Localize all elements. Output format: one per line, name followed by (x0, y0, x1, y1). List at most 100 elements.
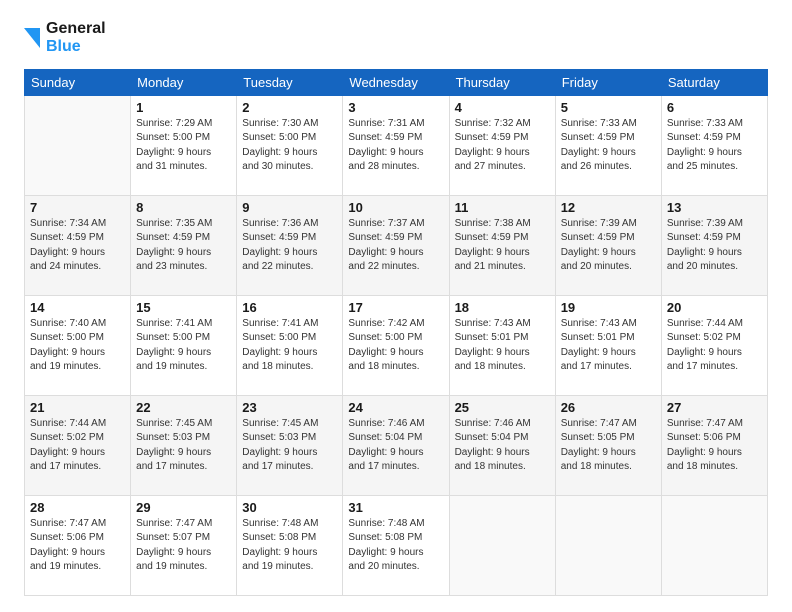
weekday-header: Friday (555, 69, 661, 95)
weekday-header: Sunday (25, 69, 131, 95)
day-number: 3 (348, 100, 443, 115)
day-info: Sunrise: 7:33 AM Sunset: 4:59 PM Dayligh… (667, 117, 762, 175)
day-info: Sunrise: 7:45 AM Sunset: 5:03 PM Dayligh… (242, 417, 337, 475)
calendar-week-row: 21 Sunrise: 7:44 AM Sunset: 5:02 PM Dayli… (25, 395, 768, 495)
day-info: Sunrise: 7:48 AM Sunset: 5:08 PM Dayligh… (348, 517, 443, 575)
calendar-cell (25, 95, 131, 195)
day-number: 6 (667, 100, 762, 115)
logo-general-text: General (46, 20, 106, 38)
calendar-cell: 12Sunrise: 7:39 AM Sunset: 4:59 PM Dayli… (555, 195, 661, 295)
calendar-cell: 3 Sunrise: 7:31 AM Sunset: 4:59 PM Daylig… (343, 95, 449, 195)
day-info: Sunrise: 7:36 AM Sunset: 4:59 PM Dayligh… (242, 217, 337, 275)
day-number: 9 (242, 200, 337, 215)
calendar-table: SundayMondayTuesdayWednesdayThursdayFrid… (24, 69, 768, 596)
day-info: Sunrise: 7:34 AM Sunset: 4:59 PM Dayligh… (30, 217, 125, 275)
calendar-cell: 16Sunrise: 7:41 AM Sunset: 5:00 PM Dayli… (237, 295, 343, 395)
day-number: 14 (30, 300, 125, 315)
header: GeneralBlue (24, 20, 768, 57)
calendar-cell: 9 Sunrise: 7:36 AM Sunset: 4:59 PM Daylig… (237, 195, 343, 295)
day-info: Sunrise: 7:31 AM Sunset: 4:59 PM Dayligh… (348, 117, 443, 175)
day-number: 25 (455, 400, 550, 415)
day-info: Sunrise: 7:47 AM Sunset: 5:06 PM Dayligh… (30, 517, 125, 575)
day-info: Sunrise: 7:37 AM Sunset: 4:59 PM Dayligh… (348, 217, 443, 275)
day-info: Sunrise: 7:46 AM Sunset: 5:04 PM Dayligh… (348, 417, 443, 475)
day-info: Sunrise: 7:40 AM Sunset: 5:00 PM Dayligh… (30, 317, 125, 375)
day-info: Sunrise: 7:32 AM Sunset: 4:59 PM Dayligh… (455, 117, 550, 175)
calendar-cell: 2Sunrise: 7:30 AM Sunset: 5:00 PM Daylig… (237, 95, 343, 195)
calendar-week-row: 14 Sunrise: 7:40 AM Sunset: 5:00 PM Dayli… (25, 295, 768, 395)
day-number: 5 (561, 100, 656, 115)
day-number: 10 (348, 200, 443, 215)
calendar-cell: 7 Sunrise: 7:34 AM Sunset: 4:59 PM Daylig… (25, 195, 131, 295)
calendar-cell: 15 Sunrise: 7:41 AM Sunset: 5:00 PM Dayli… (131, 295, 237, 395)
day-number: 19 (561, 300, 656, 315)
calendar-cell: 17 Sunrise: 7:42 AM Sunset: 5:00 PM Dayli… (343, 295, 449, 395)
day-info: Sunrise: 7:39 AM Sunset: 4:59 PM Dayligh… (667, 217, 762, 275)
day-info: Sunrise: 7:46 AM Sunset: 5:04 PM Dayligh… (455, 417, 550, 475)
day-info: Sunrise: 7:33 AM Sunset: 4:59 PM Dayligh… (561, 117, 656, 175)
calendar-cell: 24 Sunrise: 7:46 AM Sunset: 5:04 PM Dayli… (343, 395, 449, 495)
day-info: Sunrise: 7:41 AM Sunset: 5:00 PM Dayligh… (242, 317, 337, 375)
calendar-cell: 20Sunrise: 7:44 AM Sunset: 5:02 PM Dayli… (661, 295, 767, 395)
day-info: Sunrise: 7:47 AM Sunset: 5:06 PM Dayligh… (667, 417, 762, 475)
weekday-header: Thursday (449, 69, 555, 95)
calendar-cell: 11 Sunrise: 7:38 AM Sunset: 4:59 PM Dayli… (449, 195, 555, 295)
calendar-cell: 30 Sunrise: 7:48 AM Sunset: 5:08 PM Dayli… (237, 495, 343, 595)
day-info: Sunrise: 7:43 AM Sunset: 5:01 PM Dayligh… (561, 317, 656, 375)
day-number: 17 (348, 300, 443, 315)
day-number: 12 (561, 200, 656, 215)
calendar-cell (449, 495, 555, 595)
day-number: 20 (667, 300, 762, 315)
weekday-header: Monday (131, 69, 237, 95)
weekday-header: Tuesday (237, 69, 343, 95)
logo: GeneralBlue (24, 20, 106, 57)
day-number: 4 (455, 100, 550, 115)
day-number: 22 (136, 400, 231, 415)
day-number: 21 (30, 400, 125, 415)
calendar-cell: 10 Sunrise: 7:37 AM Sunset: 4:59 PM Dayli… (343, 195, 449, 295)
day-info: Sunrise: 7:41 AM Sunset: 5:00 PM Dayligh… (136, 317, 231, 375)
calendar-cell: 22 Sunrise: 7:45 AM Sunset: 5:03 PM Dayli… (131, 395, 237, 495)
day-number: 29 (136, 500, 231, 515)
day-number: 11 (455, 200, 550, 215)
day-number: 7 (30, 200, 125, 215)
calendar-cell: 19 Sunrise: 7:43 AM Sunset: 5:01 PM Dayli… (555, 295, 661, 395)
page: GeneralBlue SundayMondayTuesdayWednesday… (0, 0, 792, 612)
day-number: 1 (136, 100, 231, 115)
calendar-cell: 25 Sunrise: 7:46 AM Sunset: 5:04 PM Dayli… (449, 395, 555, 495)
day-info: Sunrise: 7:47 AM Sunset: 5:07 PM Dayligh… (136, 517, 231, 575)
day-number: 24 (348, 400, 443, 415)
day-number: 15 (136, 300, 231, 315)
calendar-cell: 5 Sunrise: 7:33 AM Sunset: 4:59 PM Daylig… (555, 95, 661, 195)
calendar-cell (661, 495, 767, 595)
calendar-cell: 1 Sunrise: 7:29 AM Sunset: 5:00 PM Daylig… (131, 95, 237, 195)
calendar-cell: 31 Sunrise: 7:48 AM Sunset: 5:08 PM Dayli… (343, 495, 449, 595)
calendar-cell: 18Sunrise: 7:43 AM Sunset: 5:01 PM Dayli… (449, 295, 555, 395)
calendar-cell: 21 Sunrise: 7:44 AM Sunset: 5:02 PM Dayli… (25, 395, 131, 495)
calendar-cell: 27Sunrise: 7:47 AM Sunset: 5:06 PM Dayli… (661, 395, 767, 495)
day-info: Sunrise: 7:44 AM Sunset: 5:02 PM Dayligh… (30, 417, 125, 475)
calendar-cell: 23Sunrise: 7:45 AM Sunset: 5:03 PM Dayli… (237, 395, 343, 495)
day-info: Sunrise: 7:48 AM Sunset: 5:08 PM Dayligh… (242, 517, 337, 575)
calendar-cell (555, 495, 661, 595)
logo-blue-text: Blue (46, 38, 106, 56)
day-number: 30 (242, 500, 337, 515)
calendar-cell: 28Sunrise: 7:47 AM Sunset: 5:06 PM Dayli… (25, 495, 131, 595)
calendar-cell: 13Sunrise: 7:39 AM Sunset: 4:59 PM Dayli… (661, 195, 767, 295)
day-info: Sunrise: 7:43 AM Sunset: 5:01 PM Dayligh… (455, 317, 550, 375)
day-info: Sunrise: 7:29 AM Sunset: 5:00 PM Dayligh… (136, 117, 231, 175)
day-info: Sunrise: 7:47 AM Sunset: 5:05 PM Dayligh… (561, 417, 656, 475)
day-info: Sunrise: 7:35 AM Sunset: 4:59 PM Dayligh… (136, 217, 231, 275)
logo-triangle-icon (24, 28, 40, 48)
calendar-cell: 8 Sunrise: 7:35 AM Sunset: 4:59 PM Daylig… (131, 195, 237, 295)
day-info: Sunrise: 7:42 AM Sunset: 5:00 PM Dayligh… (348, 317, 443, 375)
day-info: Sunrise: 7:38 AM Sunset: 4:59 PM Dayligh… (455, 217, 550, 275)
calendar-week-row: 7 Sunrise: 7:34 AM Sunset: 4:59 PM Daylig… (25, 195, 768, 295)
day-number: 31 (348, 500, 443, 515)
day-info: Sunrise: 7:30 AM Sunset: 5:00 PM Dayligh… (242, 117, 337, 175)
day-number: 8 (136, 200, 231, 215)
day-info: Sunrise: 7:45 AM Sunset: 5:03 PM Dayligh… (136, 417, 231, 475)
day-number: 26 (561, 400, 656, 415)
calendar-week-row: 28Sunrise: 7:47 AM Sunset: 5:06 PM Dayli… (25, 495, 768, 595)
calendar-week-row: 1 Sunrise: 7:29 AM Sunset: 5:00 PM Daylig… (25, 95, 768, 195)
